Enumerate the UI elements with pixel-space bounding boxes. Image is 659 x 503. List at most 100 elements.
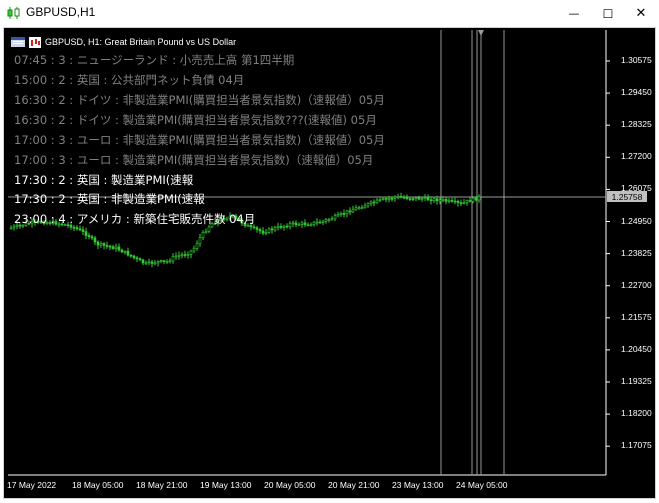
candle-body [450, 200, 454, 202]
candle-body [357, 207, 361, 209]
candle-body [273, 227, 277, 231]
candle-body [441, 199, 445, 201]
candle-body [474, 197, 478, 201]
candle-body [195, 243, 199, 249]
news-item: 17:00 : 3 : ユーロ : 製造業PMI(購買担当者景気指数)（速報値）… [14, 153, 374, 167]
time-tick-label: 17 May 2022 [7, 480, 57, 490]
candle-body [90, 236, 94, 239]
candle-body [477, 196, 481, 201]
candle-body [321, 220, 325, 223]
candle-body [459, 202, 463, 204]
news-item: 16:30 : 2 : ドイツ : 非製造業PMI(購買担当者景気指数)（速報値… [14, 93, 385, 107]
candle-body [180, 254, 184, 256]
candle-body [363, 205, 367, 208]
candle-body [435, 198, 439, 202]
candle-body [444, 199, 448, 202]
time-tick-label: 24 May 05:00 [456, 480, 508, 490]
chart-shift-marker[interactable] [478, 30, 484, 36]
candle-body [333, 215, 337, 220]
candle-body [114, 246, 118, 249]
candle-body [171, 256, 175, 262]
candle-body [312, 221, 316, 225]
time-tick-label: 23 May 13:00 [392, 480, 444, 490]
candle-body [159, 260, 163, 263]
flag-icon [11, 37, 25, 47]
candle-body [276, 226, 280, 228]
candle-body [405, 197, 409, 199]
price-tick-label: 1.28325 [621, 119, 652, 130]
candle-body [291, 222, 295, 225]
candle-body [453, 200, 457, 203]
candle-body [267, 228, 271, 233]
candle-body [393, 196, 397, 199]
candle-body [87, 235, 91, 238]
candle-body [192, 248, 196, 252]
price-tick-label: 1.24950 [621, 215, 652, 226]
chart-symbol-label: GBPUSD, H1: Great Britain Pound vs US Do… [45, 37, 237, 47]
candle-body [300, 222, 304, 225]
candle-body [366, 203, 370, 207]
news-item: 07:45 : 3 : ニュージーランド : 小売売上高 第1四半期 [14, 53, 295, 67]
candle-body [360, 207, 364, 209]
candle-body [345, 210, 349, 215]
candle-body [177, 255, 181, 257]
price-tick-label: 1.19325 [621, 376, 652, 386]
candle-body [423, 197, 427, 200]
candle-body [174, 255, 178, 258]
candle-body [81, 229, 85, 232]
candle-body [120, 249, 124, 253]
candle-body [105, 245, 109, 247]
candle-body [198, 237, 202, 245]
candle-body [204, 231, 208, 233]
candle-body [168, 260, 172, 263]
candle-body [297, 224, 301, 226]
candle-body [207, 226, 211, 232]
candle-body [132, 255, 136, 259]
candle-body [123, 250, 127, 253]
candle-body [375, 199, 379, 203]
news-item: 15:00 : 2 : 英国 : 公共部門ネット負債 04月 [14, 73, 245, 87]
candle-body [153, 262, 157, 265]
candle-body [285, 225, 289, 228]
price-tick-label: 1.29450 [621, 87, 652, 98]
time-tick-label: 18 May 21:00 [136, 480, 188, 490]
candle-body [183, 254, 187, 256]
news-item: 16:30 : 2 : ドイツ : 製造業PMI(購買担当者景気指数???(速報… [14, 113, 377, 127]
candle-body [147, 261, 151, 264]
price-tick-label: 1.22700 [621, 279, 652, 290]
candle-body [372, 201, 376, 204]
candle-body [201, 232, 205, 238]
news-item: 17:30 : 2 : 英国 : 製造業PMI(速報 [14, 173, 194, 187]
candle-body [162, 260, 166, 263]
candle-body [288, 223, 292, 227]
price-tick-label: 1.18200 [621, 408, 652, 419]
candle-body [306, 224, 310, 227]
candle-body [135, 257, 139, 260]
candle-body [384, 198, 388, 200]
candle-body [342, 213, 346, 215]
price-tick-label: 1.20450 [621, 343, 652, 354]
candle-body [75, 227, 79, 230]
candle-body [432, 198, 436, 201]
candle-body [447, 200, 451, 202]
candle-body [315, 221, 319, 224]
chart-header: GBPUSD, H1: Great Britain Pound vs US Do… [11, 35, 236, 49]
time-tick-label: 19 May 13:00 [200, 480, 252, 490]
candle-body [111, 246, 115, 249]
candle-body [417, 197, 421, 200]
candle-body [381, 198, 385, 200]
candle-body [144, 262, 148, 265]
candle-body [93, 237, 97, 243]
candle-body [387, 198, 391, 200]
news-item: 17:00 : 3 : ユーロ : 非製造業PMI(購買担当者景気指数)（速報値… [14, 133, 385, 147]
candle-body [84, 231, 88, 236]
candle-body [396, 196, 400, 198]
candle-body [150, 261, 154, 264]
candle-body [336, 214, 340, 217]
candle-body [426, 197, 430, 201]
candle-body [324, 219, 328, 222]
candle-body [9, 227, 13, 230]
candle-body [279, 226, 283, 228]
candle-body [414, 197, 418, 200]
candle-body [438, 199, 442, 202]
